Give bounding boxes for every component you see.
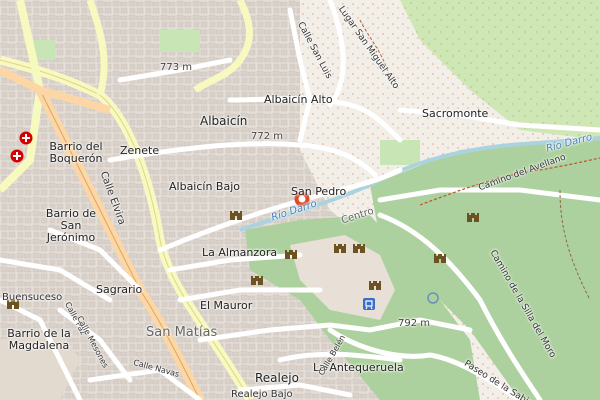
castle-icon[interactable] (284, 246, 298, 260)
place-label: Buensuceso (2, 292, 63, 303)
castle-icon[interactable] (368, 277, 382, 291)
place-label: Albaicín Bajo (169, 180, 241, 193)
elevation-label: 772 m (251, 131, 284, 142)
place-label: Zenete (120, 144, 160, 157)
hospital-icon[interactable] (19, 131, 33, 145)
place-label: Sacromonte (422, 107, 489, 120)
place-label: Albaicín Alto (264, 93, 333, 106)
place-label: Barrio de la Magdalena (7, 327, 71, 352)
place-label: Realejo (255, 371, 299, 385)
metro-icon[interactable] (362, 297, 376, 311)
castle-icon[interactable] (250, 272, 264, 286)
map-canvas[interactable]: Albaicín Alto Albaicín Albaicín Bajo Sac… (0, 0, 600, 400)
place-label: La Almanzora (202, 246, 278, 259)
place-label: Albaicín (200, 114, 248, 128)
elevation-label: 792 m (398, 318, 431, 329)
place-label: Sagrario (96, 283, 143, 296)
castle-icon[interactable] (229, 207, 243, 221)
place-label: Realejo Bajo (231, 389, 293, 400)
place-label: Barrio de San Jerónimo (45, 207, 97, 244)
castle-icon[interactable] (466, 209, 480, 223)
castle-icon[interactable] (333, 240, 347, 254)
viewpoint-icon[interactable] (426, 291, 440, 305)
place-label: San Matías (146, 325, 218, 340)
place-label: Barrio del Boquerón (49, 140, 103, 165)
castle-icon[interactable] (433, 250, 447, 264)
elevation-label: 773 m (160, 62, 193, 73)
hospital-icon[interactable] (10, 149, 24, 163)
castle-icon[interactable] (352, 240, 366, 254)
place-label: El Mauror (200, 299, 253, 312)
place-label: San Pedro (291, 185, 347, 198)
